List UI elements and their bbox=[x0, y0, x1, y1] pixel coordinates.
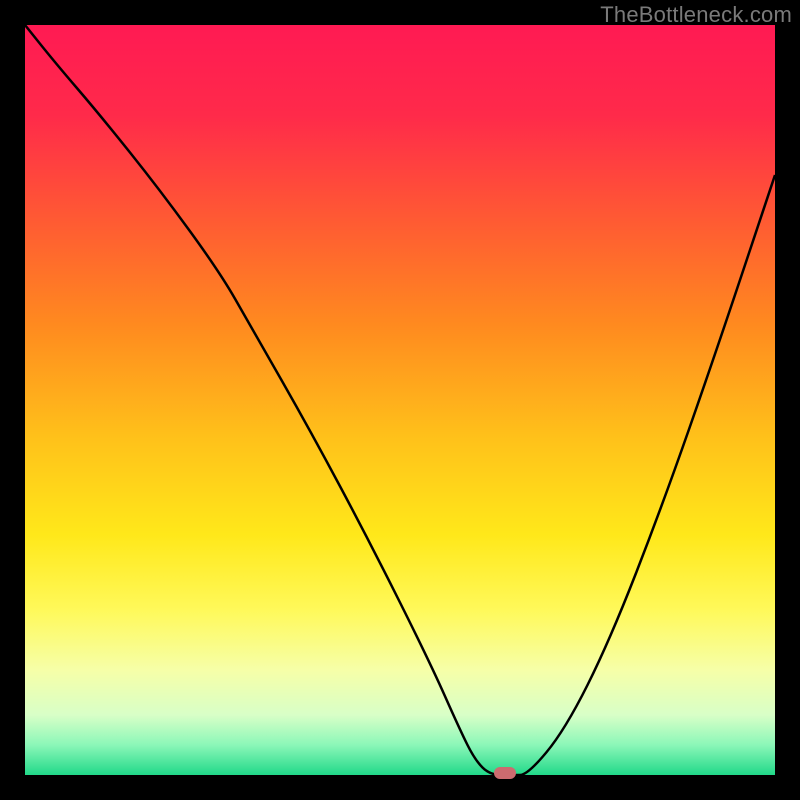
chart-container: TheBottleneck.com bbox=[0, 0, 800, 800]
optimal-marker bbox=[494, 767, 516, 779]
curve-layer bbox=[25, 25, 775, 775]
plot-area bbox=[25, 25, 775, 775]
bottleneck-curve bbox=[25, 25, 775, 775]
